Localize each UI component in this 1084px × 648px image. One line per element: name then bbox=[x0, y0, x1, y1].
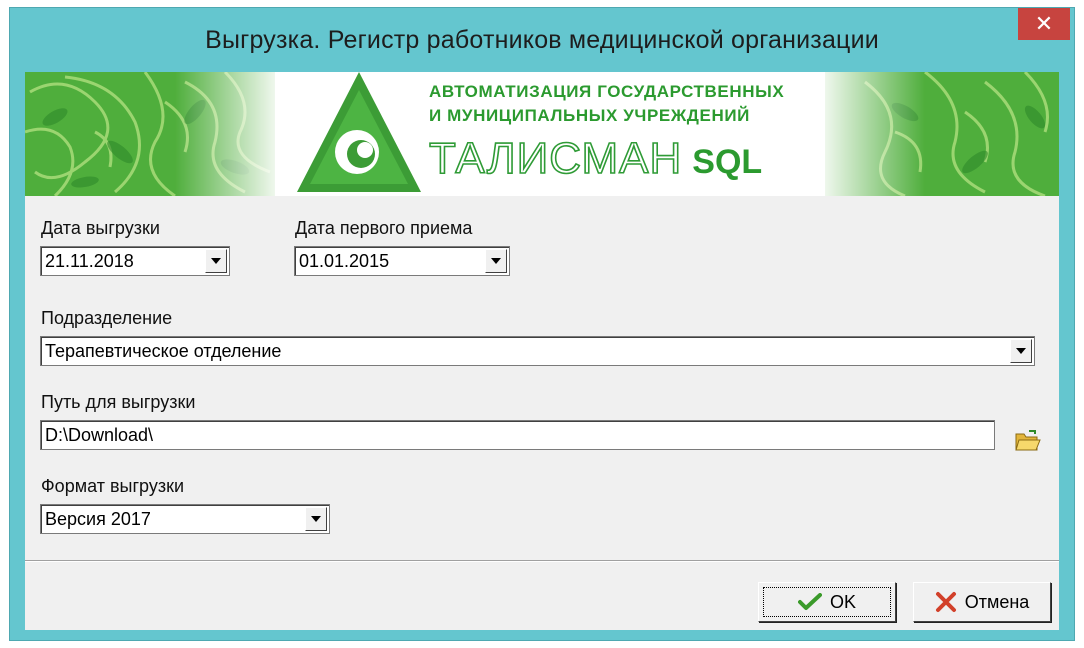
brand-name: ТАЛИСМАН bbox=[428, 133, 683, 184]
export-format-select[interactable]: Версия 2017 bbox=[40, 504, 330, 534]
department-select[interactable]: Терапевтическое отделение bbox=[40, 336, 1035, 366]
checkmark-icon bbox=[797, 593, 822, 611]
talisman-banner: АВТОМАТИЗАЦИЯ ГОСУДАРСТВЕННЫХ И МУНИЦИПА… bbox=[25, 72, 1059, 196]
close-icon: ✕ bbox=[1034, 11, 1054, 37]
export-date-picker[interactable]: 21.11.2018 bbox=[40, 246, 230, 276]
banner-line-2: И МУНИЦИПАЛЬНЫХ УЧРЕЖДЕНИЙ bbox=[429, 106, 750, 125]
first-admission-date-dropdown-button[interactable] bbox=[485, 249, 507, 273]
banner-line-1: АВТОМАТИЗАЦИЯ ГОСУДАРСТВЕННЫХ bbox=[429, 82, 785, 101]
chevron-down-icon bbox=[1016, 348, 1026, 354]
export-path-value: D:\Download\ bbox=[45, 425, 154, 445]
first-admission-date-picker[interactable]: 01.01.2015 bbox=[294, 246, 510, 276]
ok-button[interactable]: OK bbox=[758, 582, 896, 622]
dialog-client-area: АВТОМАТИЗАЦИЯ ГОСУДАРСТВЕННЫХ И МУНИЦИПА… bbox=[25, 72, 1059, 630]
close-button[interactable]: ✕ bbox=[1018, 8, 1070, 40]
department-dropdown-button[interactable] bbox=[1010, 339, 1032, 363]
footer-separator bbox=[25, 560, 1059, 562]
cancel-button-label: Отмена bbox=[964, 591, 1030, 612]
export-dialog-window: Выгрузка. Регистр работников медицинской… bbox=[10, 8, 1074, 640]
department-label: Подразделение bbox=[41, 308, 173, 328]
title-bar[interactable]: Выгрузка. Регистр работников медицинской… bbox=[10, 8, 1074, 72]
export-format-value: Версия 2017 bbox=[45, 509, 151, 529]
folder-open-icon bbox=[1015, 430, 1041, 451]
brand-suffix: SQL bbox=[692, 143, 763, 181]
brand-logotype: ТАЛИСМАН SQL bbox=[428, 133, 763, 184]
cross-icon bbox=[935, 591, 957, 613]
chevron-down-icon bbox=[311, 516, 321, 522]
browse-folder-button[interactable] bbox=[1013, 426, 1043, 456]
first-admission-date-value: 01.01.2015 bbox=[299, 251, 390, 271]
export-date-dropdown-button[interactable] bbox=[205, 249, 227, 273]
export-path-input[interactable]: D:\Download\ bbox=[40, 420, 995, 450]
chevron-down-icon bbox=[211, 258, 221, 264]
window-title: Выгрузка. Регистр работников медицинской… bbox=[205, 26, 879, 54]
chevron-down-icon bbox=[491, 258, 501, 264]
export-path-label: Путь для выгрузки bbox=[41, 392, 196, 412]
export-format-dropdown-button[interactable] bbox=[305, 507, 327, 531]
export-date-value: 21.11.2018 bbox=[45, 251, 134, 271]
department-value: Терапевтическое отделение bbox=[45, 341, 282, 361]
ok-button-label: OK bbox=[829, 591, 856, 612]
export-format-label: Формат выгрузки bbox=[41, 476, 184, 496]
first-admission-date-label: Дата первого приема bbox=[295, 218, 473, 238]
export-date-label: Дата выгрузки bbox=[41, 218, 160, 238]
cancel-button[interactable]: Отмена bbox=[913, 582, 1051, 622]
